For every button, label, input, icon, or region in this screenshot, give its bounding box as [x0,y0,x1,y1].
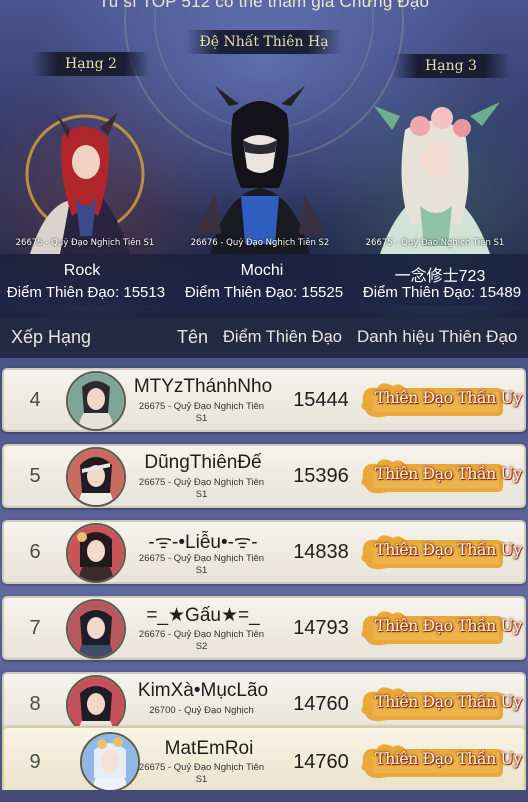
rank-3-server: 26675 - Quỷ Đạo Nghịch Tiên S1 [365,238,505,248]
eligibility-text: Tu sĩ TOP 512 có thể tham gia Chứng Đạo [98,0,430,11]
title-badge: Thiên Đạo Thần Uy [359,741,522,783]
player-name: DũngThiênĐế [144,452,262,473]
player-server: 26675 - Quỷ Đạo Nghịch Tiên S1 [138,401,265,424]
row-rank: 7 [29,617,41,639]
title-badge: Thiên Đạo Thần Uy [359,532,522,574]
title-badge-text: Thiên Đạo Thần Uy [375,749,522,768]
table-row[interactable]: 4 MTYzThánhNho 26675 - Quỷ Đạo Nghịch Ti… [2,368,526,432]
rank-3-name: 一念修士723 [394,268,486,285]
rank-2-name: Rock [63,262,101,279]
avatar[interactable] [66,371,126,431]
row-rank: 8 [29,693,41,715]
avatar[interactable] [66,447,126,507]
third-place-title: Hạng 3 [392,54,510,78]
table-row[interactable]: 6 -ᯤ-•Liễu•-ᯤ- 26675 - Quỷ Đạo Nghịch Ti… [2,520,526,584]
player-name: -ᯤ-•Liễu•-ᯤ- [148,532,258,553]
player-score: 15396 [293,465,349,487]
bottom-edge [0,790,528,802]
player-name: MTYzThánhNho [133,376,273,397]
row-rank: 4 [29,389,41,411]
column-title-header: Danh hiệu Thiên Đạo [357,327,518,346]
title-badge-text: Thiên Đạo Thần Uy [375,616,522,635]
rank-2-score: Điểm Thiên Đạo: 15513 [6,284,166,301]
row-rank: 5 [29,465,41,487]
player-avatar-icon [68,601,124,657]
player-score: 14760 [293,693,349,715]
player-score: 14838 [293,541,349,563]
player-server: 26675 - Quỷ Đạo Nghịch Tiên S1 [138,762,265,785]
player-avatar-icon [68,677,124,733]
ranking-list[interactable]: 4 MTYzThánhNho 26675 - Quỷ Đạo Nghịch Ti… [0,358,528,802]
flower-crowned-character-portrait [374,102,500,254]
player-avatar-icon [68,449,124,505]
title-badge: Thiên Đạo Thần Uy [359,684,522,726]
rank-3-score: Điểm Thiên Đạo: 15489 [362,284,522,301]
player-server: 26700 - Quỷ Đạo Nghịch [149,705,254,716]
avatar[interactable] [66,523,126,583]
row-rank: 6 [29,541,41,563]
title-badge-text: Thiên Đạo Thần Uy [375,692,522,711]
rank-3-character[interactable]: 26675 - Quỷ Đạo Nghịch Tiên S1 [350,96,520,254]
player-score: 14793 [293,617,349,639]
column-name-header: Tên [177,327,209,347]
title-badge-text: Thiên Đạo Thần Uy [375,464,522,483]
column-rank-header: Xếp Hạng [11,327,92,347]
ranking-table-header: Xếp Hạng Tên Điểm Thiên Đạo Danh hiệu Th… [0,318,528,358]
player-avatar-icon [82,734,138,790]
table-row[interactable]: 5 DũngThiênĐế 26675 - Quỷ Đạo Nghịch Tiê… [2,444,526,508]
title-badge-text: Thiên Đạo Thần Uy [375,540,522,559]
leaderboard-screen: Tu sĩ TOP 512 có thể tham gia Chứng Đạo … [0,0,528,802]
rank-2-character[interactable]: 26675 - Quỷ Đạo Nghịch Tiên S1 [0,96,170,254]
rank-1-character[interactable]: 26676 - Quỷ Đạo Nghịch Tiên S2 [175,84,345,254]
rank-2-server: 26675 - Quỷ Đạo Nghịch Tiên S1 [15,238,155,248]
red-haired-character-portrait [25,112,145,254]
player-name: =_★Gấu★=_ [146,605,260,626]
player-avatar-icon [68,373,124,429]
player-name: KimXà•MụcLão [137,680,269,701]
podium-area: Tu sĩ TOP 512 có thể tham gia Chứng Đạo … [0,0,528,318]
title-badge: Thiên Đạo Thần Uy [359,380,522,422]
table-row[interactable]: 7 =_★Gấu★=_ 26676 - Quỷ Đạo Nghịch Tiên … [2,596,526,660]
first-place-title: Đệ Nhất Thiên Hạ [186,30,342,54]
player-name: MatEmRoi [164,738,254,759]
rank-1-name: Mochi [240,262,284,279]
avatar[interactable] [80,732,140,792]
title-badge: Thiên Đạo Thần Uy [359,456,522,498]
player-server: 26675 - Quỷ Đạo Nghịch Tiên S1 [138,553,265,576]
my-rank-row[interactable]: 9 MatEmRoi 26675 - Quỷ Đạo Nghịch Tiên S… [2,726,526,796]
avatar[interactable] [66,599,126,659]
player-server: 26676 - Quỷ Đạo Nghịch Tiên S2 [138,629,265,652]
title-badge-text: Thiên Đạo Thần Uy [375,388,522,407]
masked-character-portrait [195,86,325,254]
row-rank: 9 [29,751,41,773]
column-score-header: Điểm Thiên Đạo [223,328,342,346]
rank-1-server: 26676 - Quỷ Đạo Nghịch Tiên S2 [190,238,330,248]
second-place-title: Hạng 2 [32,52,150,76]
title-badge: Thiên Đạo Thần Uy [359,608,522,650]
rank-1-score: Điểm Thiên Đạo: 15525 [184,284,344,301]
player-avatar-icon [68,525,124,581]
player-score: 14760 [293,751,349,773]
player-server: 26675 - Quỷ Đạo Nghịch Tiên S1 [138,477,265,500]
player-score: 15444 [293,389,349,411]
